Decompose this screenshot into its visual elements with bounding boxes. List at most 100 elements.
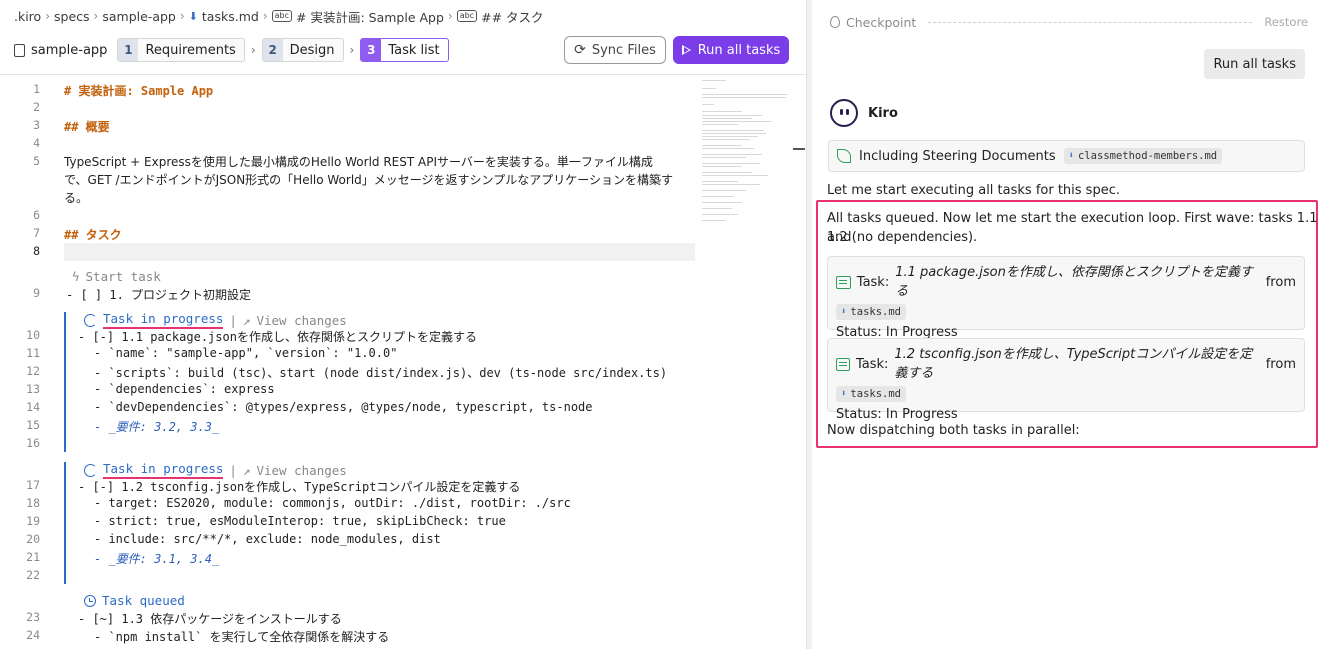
breadcrumb-item[interactable]: ## タスク bbox=[481, 7, 543, 26]
view-changes-link[interactable]: View changes bbox=[256, 313, 346, 328]
code-line[interactable]: - _要件: 3.2, 3.3_ bbox=[94, 418, 219, 435]
chat-pane: Checkpoint Restore Run all tasks Kiro In… bbox=[812, 0, 1319, 649]
run-all-tasks-button[interactable]: Run all tasks bbox=[673, 36, 789, 64]
codelens-task-1-3[interactable]: Task queued bbox=[84, 593, 185, 608]
line-number: 17 bbox=[26, 478, 40, 492]
line-number: 15 bbox=[26, 418, 40, 432]
code-line[interactable]: - `scripts`: build (tsc)、start (node dis… bbox=[94, 364, 667, 381]
sync-spinner-icon bbox=[84, 463, 97, 477]
spec-workflow-bar: sample-app 1 Requirements › 2 Design › 3… bbox=[14, 36, 449, 64]
checkpoint: Checkpoint Restore bbox=[830, 14, 1308, 30]
task-prefix: Task: bbox=[856, 274, 890, 290]
checkpoint-label: Checkpoint bbox=[846, 14, 917, 30]
task-status-link[interactable]: Task in progress bbox=[103, 461, 224, 479]
divider bbox=[928, 21, 1253, 23]
breadcrumb-item[interactable]: # 実装計画: Sample App bbox=[296, 7, 444, 26]
minimap[interactable] bbox=[702, 78, 792, 238]
tab-design[interactable]: 2 Design bbox=[261, 38, 344, 62]
editor-pane: .kiro › specs › sample-app › ⬇ tasks.md … bbox=[0, 0, 806, 649]
line-number: 18 bbox=[26, 496, 40, 510]
step-label: Requirements bbox=[145, 42, 236, 58]
task-name: 1.1 package.jsonを作成し、依存関係とスクリプトを定義する bbox=[895, 265, 1253, 299]
file-chip[interactable]: ⬇ tasks.md bbox=[836, 386, 906, 402]
steering-documents-card[interactable]: Including Steering Documents ⬇ classmeth… bbox=[828, 140, 1305, 172]
line-number: 23 bbox=[26, 610, 40, 624]
code-line[interactable]: - `dependencies`: express bbox=[94, 382, 275, 396]
code-line[interactable]: - [ ] 1. プロジェクト初期設定 bbox=[66, 286, 251, 303]
code-line[interactable]: - strict: true, esModuleInterop: true, s… bbox=[94, 514, 506, 528]
line-number: 1 bbox=[33, 82, 40, 96]
steering-label: Including Steering Documents bbox=[859, 148, 1056, 164]
task-list-icon bbox=[836, 275, 851, 289]
spec-root-label: sample-app bbox=[31, 42, 108, 58]
line-number: 13 bbox=[26, 382, 40, 396]
code-editor[interactable]: 1 2 3 4 5 6 7 8 9 10 11 12 13 14 15 16 1… bbox=[0, 80, 700, 649]
code-line[interactable]: - [-] 1.2 tsconfig.jsonを作成し、TypeScriptコン… bbox=[78, 478, 520, 495]
task-status-link[interactable]: Task queued bbox=[102, 593, 185, 608]
symbol-string-icon: abc bbox=[456, 10, 478, 22]
view-changes-link[interactable]: View changes bbox=[256, 463, 346, 478]
line-number: 19 bbox=[26, 514, 40, 528]
codelens-task-1-1[interactable]: Task in progress | ↗ View changes bbox=[84, 311, 347, 329]
file-chip-label: classmethod-members.md bbox=[1078, 150, 1218, 162]
markdown-icon: ⬇ bbox=[841, 389, 847, 399]
task-progress-bar bbox=[64, 312, 66, 452]
breadcrumb-item[interactable]: sample-app bbox=[102, 9, 176, 24]
code-line[interactable]: TypeScript + Expressを使用した最小構成のHello Worl… bbox=[64, 153, 653, 170]
line-number: 9 bbox=[33, 286, 40, 300]
chevron-right-icon: › bbox=[45, 9, 51, 23]
line-number: 7 bbox=[33, 226, 40, 240]
sync-files-button[interactable]: ⟳ Sync Files bbox=[564, 36, 666, 64]
start-task-label: Start task bbox=[85, 269, 161, 284]
markdown-icon: ⬇ bbox=[841, 307, 847, 317]
play-icon bbox=[681, 45, 691, 55]
scrollbar-thumb[interactable] bbox=[793, 148, 805, 150]
code-line[interactable]: - `name`: "sample-app", `version`: "1.0.… bbox=[94, 346, 397, 360]
code-line[interactable]: - [~] 1.3 依存パッケージをインストールする bbox=[78, 610, 342, 627]
task-card[interactable]: Task: 1.2 tsconfig.jsonを作成し、TypeScriptコン… bbox=[827, 338, 1305, 422]
line-number: 20 bbox=[26, 532, 40, 546]
breadcrumb-item[interactable]: specs bbox=[54, 9, 90, 24]
restore-button[interactable]: Restore bbox=[1264, 15, 1308, 29]
line-number: 2 bbox=[33, 100, 40, 114]
code-line[interactable]: - `npm install` を実行して全依存関係を解決する bbox=[94, 628, 389, 645]
code-line[interactable]: - `devDependencies`: @types/express, @ty… bbox=[94, 400, 593, 414]
code-line[interactable]: る。 bbox=[64, 189, 88, 206]
task-from: from bbox=[1265, 274, 1296, 290]
code-line[interactable]: ## タスク bbox=[64, 226, 122, 243]
task-from: from bbox=[1265, 356, 1296, 372]
line-number: 4 bbox=[33, 136, 40, 150]
codelens-task-1-2[interactable]: Task in progress | ↗ View changes bbox=[84, 461, 347, 479]
spec-root[interactable]: sample-app bbox=[14, 43, 107, 58]
breadcrumb-item[interactable]: tasks.md bbox=[202, 9, 259, 24]
codelens-start-task[interactable]: ϟ Start task bbox=[72, 269, 161, 284]
code-line[interactable]: - include: src/**/*, exclude: node_modul… bbox=[94, 532, 441, 546]
code-line[interactable]: - target: ES2020, module: commonjs, outD… bbox=[94, 496, 571, 510]
sync-icon: ⟳ bbox=[574, 42, 586, 58]
task-card[interactable]: Task: 1.1 package.jsonを作成し、依存関係とスクリプトを定義… bbox=[827, 256, 1305, 340]
tab-task-list[interactable]: 3 Task list bbox=[360, 38, 449, 62]
steering-icon bbox=[837, 149, 851, 163]
step-number: 3 bbox=[361, 39, 382, 61]
file-chip[interactable]: ⬇ tasks.md bbox=[836, 304, 906, 320]
breadcrumb: .kiro › specs › sample-app › ⬇ tasks.md … bbox=[14, 7, 544, 26]
agent-header: Kiro bbox=[830, 99, 898, 127]
sync-spinner-icon bbox=[84, 313, 97, 327]
code-line[interactable]: - _要件: 3.1, 3.4_ bbox=[94, 550, 219, 567]
line-number: 12 bbox=[26, 364, 40, 378]
document-icon bbox=[14, 43, 25, 57]
tab-requirements[interactable]: 1 Requirements bbox=[117, 38, 245, 62]
step-number: 1 bbox=[118, 39, 139, 61]
chevron-right-icon: › bbox=[93, 9, 99, 23]
line-number: 21 bbox=[26, 550, 40, 564]
agent-message: 1.2 (no dependencies). bbox=[827, 230, 978, 245]
kiro-logo-icon bbox=[830, 99, 858, 127]
task-status-link[interactable]: Task in progress bbox=[103, 311, 224, 329]
code-line[interactable]: # 実装計画: Sample App bbox=[64, 82, 213, 99]
code-line[interactable]: ## 概要 bbox=[64, 118, 110, 135]
file-chip[interactable]: ⬇ classmethod-members.md bbox=[1063, 148, 1223, 164]
line-number: 5 bbox=[33, 154, 40, 168]
code-line[interactable]: で、GET /エンドポイントがJSON形式の「Hello World」メッセージ… bbox=[64, 171, 673, 188]
breadcrumb-item[interactable]: .kiro bbox=[14, 9, 41, 24]
code-line[interactable]: - [-] 1.1 package.jsonを作成し、依存関係とスクリプトを定義… bbox=[78, 328, 477, 345]
